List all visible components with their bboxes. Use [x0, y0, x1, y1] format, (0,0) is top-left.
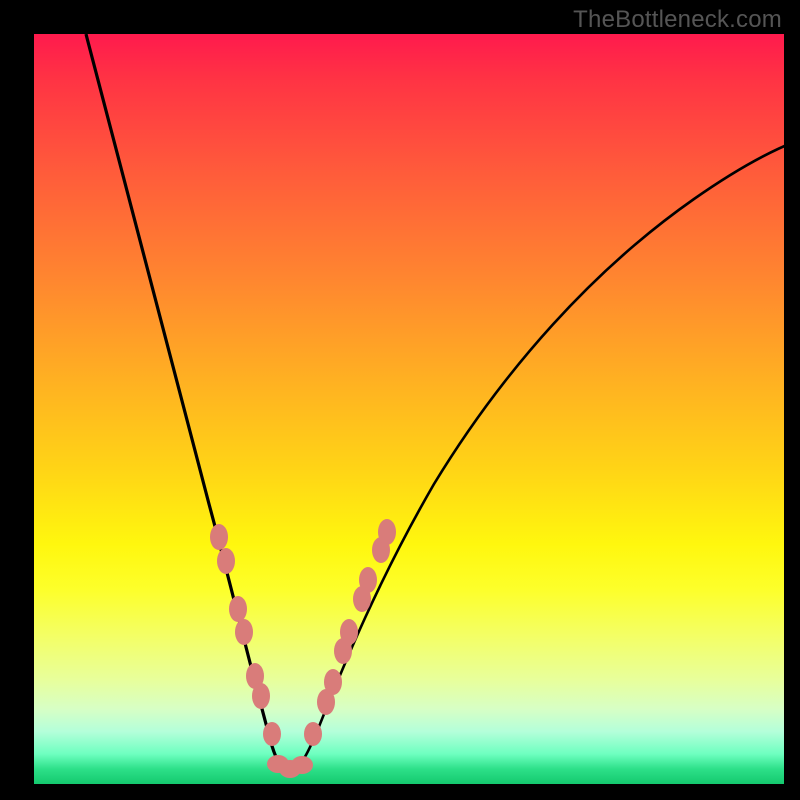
curve-right-branch	[288, 142, 794, 772]
bead	[229, 596, 247, 622]
curve-layer	[34, 34, 784, 784]
bead	[235, 619, 253, 645]
bead	[324, 669, 342, 695]
bead	[210, 524, 228, 550]
bead	[359, 567, 377, 593]
bead	[217, 548, 235, 574]
watermark-text: TheBottleneck.com	[573, 6, 782, 34]
bead	[304, 722, 322, 746]
bead	[263, 722, 281, 746]
outer-frame: TheBottleneck.com	[0, 0, 800, 800]
curve-left-branch	[86, 34, 288, 772]
bead	[291, 756, 313, 774]
bead-group	[210, 519, 396, 778]
plot-area	[34, 34, 784, 784]
bead	[378, 519, 396, 545]
bead	[252, 683, 270, 709]
bead	[340, 619, 358, 645]
